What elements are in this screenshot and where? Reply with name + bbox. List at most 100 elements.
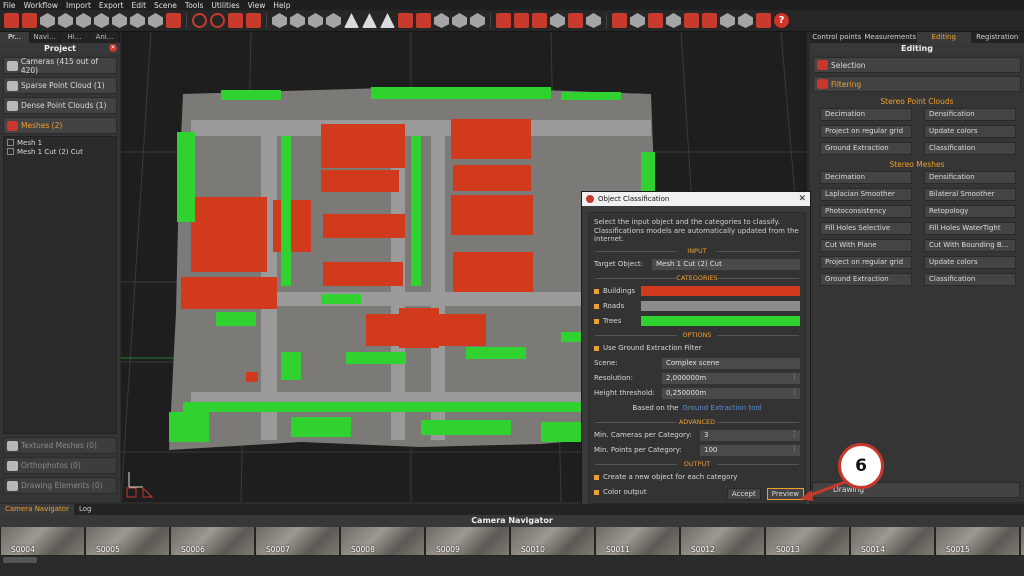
color-output-checkbox[interactable] (594, 489, 599, 495)
ruler-icon[interactable] (648, 13, 663, 28)
pc-update-colors-button[interactable]: Update colors (924, 125, 1016, 138)
textured-meshes-item[interactable]: Textured Meshes (0) (3, 437, 117, 454)
cube-wire-icon[interactable] (756, 13, 771, 28)
min-points-spinbox[interactable]: 100 (700, 444, 800, 456)
textured-mesh-icon[interactable] (130, 13, 145, 28)
save-project-icon[interactable] (22, 13, 37, 28)
menu-help[interactable]: Help (273, 1, 290, 10)
camera-thumbnail[interactable]: S0009 (426, 527, 509, 555)
camera-thumbnail[interactable]: S0005 (86, 527, 169, 555)
mesh-decimation-button[interactable]: Decimation (820, 171, 912, 184)
mesh-project-grid-button[interactable]: Project on regular grid (820, 256, 912, 269)
triangle-icon[interactable] (344, 13, 359, 28)
camera-thumbnail[interactable]: S0011 (596, 527, 679, 555)
measure-icon[interactable] (228, 13, 243, 28)
filmstrip-scrollbar[interactable] (0, 556, 1024, 564)
help-icon[interactable]: ? (774, 13, 789, 28)
height-threshold-spinbox[interactable]: 0,250000m (662, 387, 800, 399)
buildings-checkbox[interactable] (594, 288, 599, 294)
ground-extraction-link[interactable]: Ground Extraction tool (682, 404, 761, 412)
laplacian-smoother-button[interactable]: Laplacian Smoother (820, 188, 912, 201)
triangle-outline-icon[interactable] (380, 13, 395, 28)
open-project-icon[interactable] (4, 13, 19, 28)
ground-filter-checkbox[interactable] (594, 345, 599, 351)
menu-export[interactable]: Export (99, 1, 124, 10)
brush-icon[interactable] (398, 13, 413, 28)
pc-ground-extraction-button[interactable]: Ground Extraction (820, 142, 912, 155)
pc-classification-button[interactable]: Classification (924, 142, 1016, 155)
tab-measurements[interactable]: Measurements (864, 32, 918, 43)
flip-icon[interactable] (630, 13, 645, 28)
selection-button[interactable]: Selection (813, 57, 1021, 73)
erase-icon[interactable] (434, 13, 449, 28)
retopology-button[interactable]: Retopology (924, 205, 1016, 218)
bars-icon[interactable] (246, 13, 261, 28)
shape-icon[interactable] (470, 13, 485, 28)
menu-utilities[interactable]: Utilities (211, 1, 239, 10)
mesh-ground-extraction-button[interactable]: Ground Extraction (820, 273, 912, 286)
filtering-button[interactable]: Filtering (813, 76, 1021, 92)
camera-thumbnail[interactable]: S0008 (341, 527, 424, 555)
snapshot-icon[interactable] (550, 13, 565, 28)
tab-editing[interactable]: Editing (917, 32, 971, 43)
preview-button[interactable]: Preview (766, 488, 804, 500)
trees-color-swatch[interactable] (641, 316, 800, 326)
camera-thumbnail[interactable]: S0007 (256, 527, 339, 555)
camera-thumbnail[interactable]: S0015 (936, 527, 1019, 555)
bilateral-smoother-button[interactable]: Bilateral Smoother (924, 188, 1016, 201)
cube-outline-icon[interactable] (532, 13, 547, 28)
trees-checkbox[interactable] (594, 318, 599, 324)
camera-thumbnail[interactable]: S0004 (1, 527, 84, 555)
layers-icon[interactable] (720, 13, 735, 28)
photoconsistency-button[interactable]: Photoconsistency (820, 205, 912, 218)
orthophotos-item[interactable]: Orthophotos (0) (3, 457, 117, 474)
camera-orientation-icon[interactable] (58, 13, 73, 28)
tab-registration[interactable]: Registration (971, 32, 1024, 43)
close-icon[interactable]: ✕ (109, 44, 117, 52)
menu-import[interactable]: Import (66, 1, 91, 10)
accept-button[interactable]: Accept (726, 488, 761, 500)
camera-thumbnail[interactable]: S0013 (766, 527, 849, 555)
meshes-item[interactable]: Meshes (2) (3, 117, 117, 134)
tree-item-mesh-cut[interactable]: Mesh 1 Cut (2) Cut (7, 148, 113, 157)
camera-thumbnail[interactable]: S0010 (511, 527, 594, 555)
wizard-icon[interactable] (40, 13, 55, 28)
menu-edit[interactable]: Edit (131, 1, 146, 10)
min-cameras-spinbox[interactable]: 3 (700, 429, 800, 441)
target-object-select[interactable]: Mesh 1 Cut (2) Cut (652, 258, 800, 270)
box-select-icon[interactable] (308, 13, 323, 28)
lasso-icon[interactable] (290, 13, 305, 28)
pc-decimation-button[interactable]: Decimation (820, 108, 912, 121)
tab-navigation[interactable]: Navi... (30, 32, 60, 43)
camera-thumbnail[interactable]: S0014 (851, 527, 934, 555)
tab-control-points[interactable]: Control points (810, 32, 864, 43)
fill-holes-selective-button[interactable]: Fill Holes Selective (820, 222, 912, 235)
tab-history[interactable]: Hi... (60, 32, 90, 43)
camera-thumbnail[interactable]: S0012 (681, 527, 764, 555)
scene-select[interactable]: Complex scene (662, 357, 800, 369)
fill-holes-watertight-button[interactable]: Fill Holes WaterTight (924, 222, 1016, 235)
pc-project-grid-button[interactable]: Project on regular grid (820, 125, 912, 138)
cut-with-bounding-box-button[interactable]: Cut With Bounding B... (924, 239, 1016, 252)
tab-camera-navigator[interactable]: Camera Navigator (0, 504, 74, 515)
render-icon[interactable] (166, 13, 181, 28)
chart-icon[interactable] (684, 13, 699, 28)
menu-file[interactable]: File (3, 1, 16, 10)
menu-workflow[interactable]: Workflow (24, 1, 58, 10)
sparse-cloud-item[interactable]: Sparse Point Cloud (1) (3, 77, 117, 94)
close-icon[interactable]: ✕ (798, 192, 806, 206)
selection-icon[interactable] (272, 13, 287, 28)
viewport-tool-icons[interactable] (126, 486, 154, 498)
orbit-icon[interactable] (612, 13, 627, 28)
dense-cloud-icon[interactable] (94, 13, 109, 28)
dense-cloud-item[interactable]: Dense Point Clouds (1) (3, 97, 117, 114)
undo-icon[interactable] (568, 13, 583, 28)
camera-thumbnail[interactable]: S0006 (171, 527, 254, 555)
create-object-checkbox[interactable] (594, 474, 599, 480)
mesh-icon[interactable] (112, 13, 127, 28)
tab-log[interactable]: Log (74, 504, 97, 515)
drawing-elements-item[interactable]: Drawing Elements (0) (3, 477, 117, 494)
tab-project[interactable]: Pr... (0, 32, 30, 43)
roads-checkbox[interactable] (594, 303, 599, 309)
rotate-icon[interactable] (192, 13, 207, 28)
